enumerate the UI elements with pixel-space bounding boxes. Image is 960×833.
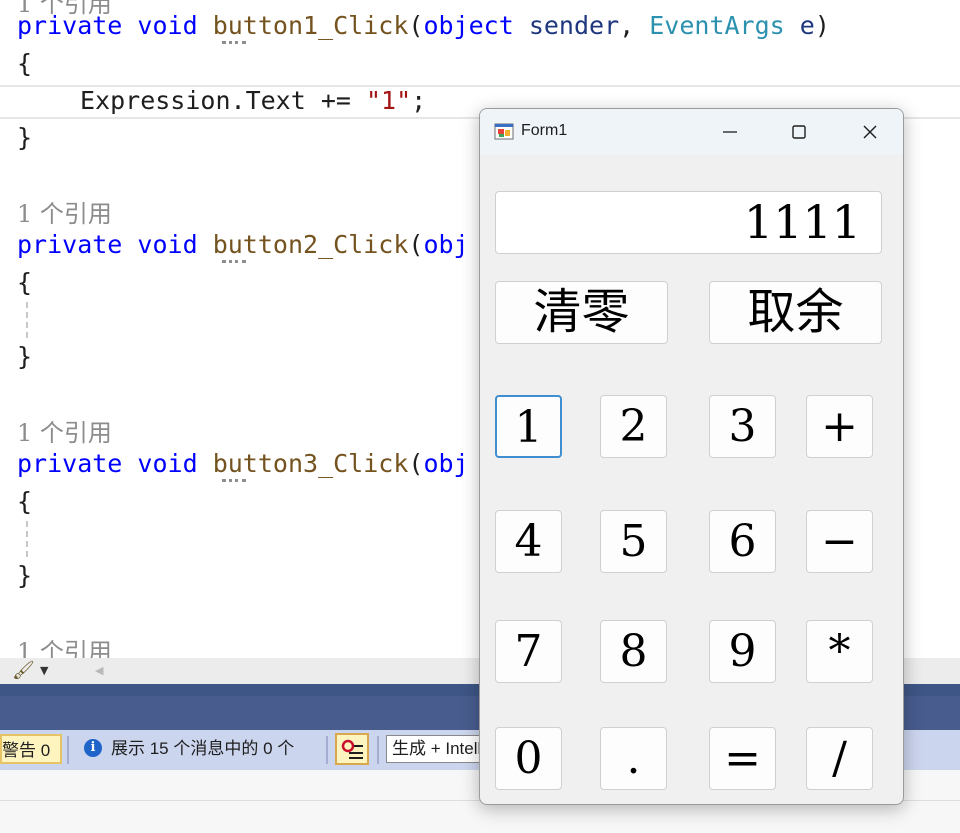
minimize-button[interactable] bbox=[702, 109, 758, 155]
method-name: button1_Click bbox=[212, 11, 409, 40]
subtract-button[interactable]: − bbox=[806, 510, 873, 573]
code-line-brace-open[interactable]: { bbox=[17, 266, 32, 300]
equals-button[interactable]: = bbox=[709, 727, 776, 790]
keyword: void bbox=[137, 449, 198, 478]
key-0-button[interactable]: 0 bbox=[495, 727, 562, 790]
keyword: private bbox=[17, 11, 123, 40]
type-name: EventArgs bbox=[649, 11, 785, 40]
close-button[interactable] bbox=[842, 109, 898, 155]
code-line-brace-close[interactable]: } bbox=[17, 121, 32, 155]
keyword: obj bbox=[423, 449, 469, 478]
parameter-name: sender bbox=[528, 11, 620, 40]
punctuation: ( bbox=[408, 230, 424, 259]
key-4-button[interactable]: 4 bbox=[495, 510, 562, 573]
messages-filter-button[interactable]: 展示 15 个消息中的 0 个 bbox=[111, 734, 294, 764]
maximize-button[interactable] bbox=[771, 109, 827, 155]
toolbar-separator bbox=[377, 736, 379, 764]
keyword: void bbox=[137, 230, 198, 259]
code-line-body[interactable]: Expression.Text += "1"; bbox=[80, 84, 426, 118]
key-1-button[interactable]: 1 bbox=[495, 395, 562, 458]
parameter-name: e bbox=[799, 11, 815, 40]
quick-action-dots[interactable] bbox=[222, 479, 246, 485]
punctuation: ; bbox=[411, 86, 427, 115]
key-2-button[interactable]: 2 bbox=[600, 395, 667, 458]
close-icon bbox=[863, 125, 877, 139]
warnings-filter-button[interactable]: 警告 0 bbox=[0, 734, 62, 764]
key-8-button[interactable]: 8 bbox=[600, 620, 667, 683]
keyword: private bbox=[17, 230, 123, 259]
code-line-button3-signature[interactable]: private void button3_Click(obj bbox=[17, 447, 469, 481]
indent-guide bbox=[26, 521, 28, 557]
string-literal: "1" bbox=[365, 86, 412, 115]
clear-button[interactable]: 清零 bbox=[495, 281, 668, 344]
key-6-button[interactable]: 6 bbox=[709, 510, 776, 573]
punctuation: ( bbox=[408, 11, 424, 40]
multiply-button[interactable]: * bbox=[806, 620, 873, 683]
form-app-icon bbox=[494, 123, 514, 140]
quick-action-dots[interactable] bbox=[222, 41, 246, 47]
keyword: private bbox=[17, 449, 123, 478]
reference-count[interactable]: 1 个引用 bbox=[17, 632, 112, 658]
divide-button[interactable]: / bbox=[806, 727, 873, 790]
chevron-down-icon[interactable]: ▼ bbox=[40, 660, 48, 682]
key-9-button[interactable]: 9 bbox=[709, 620, 776, 683]
code-cleanup-icon[interactable]: 🖌 bbox=[12, 660, 38, 682]
code-line-button1-signature[interactable]: private void button1_Click(object sender… bbox=[17, 9, 830, 43]
keyword: void bbox=[137, 11, 198, 40]
code-line-brace-close[interactable]: } bbox=[17, 340, 32, 374]
code-line-brace-close[interactable]: } bbox=[17, 559, 32, 593]
punctuation: , bbox=[619, 11, 635, 40]
key-3-button[interactable]: 3 bbox=[709, 395, 776, 458]
punctuation: ( bbox=[408, 449, 424, 478]
add-button[interactable]: + bbox=[806, 395, 873, 458]
window-titlebar[interactable]: Form1 bbox=[480, 109, 903, 155]
decimal-point-button[interactable]: . bbox=[600, 727, 667, 790]
filter-list-icon bbox=[341, 739, 363, 759]
quick-action-dots[interactable] bbox=[222, 260, 246, 266]
indent-guide bbox=[26, 302, 28, 338]
keyword: obj bbox=[423, 230, 469, 259]
code-line-brace-open[interactable]: { bbox=[17, 47, 32, 81]
method-name: button3_Click bbox=[212, 449, 409, 478]
key-7-button[interactable]: 7 bbox=[495, 620, 562, 683]
code-line-button2-signature[interactable]: private void button2_Click(obj bbox=[17, 228, 469, 262]
method-name: button2_Click bbox=[212, 230, 409, 259]
filter-toggle-button[interactable] bbox=[335, 733, 369, 765]
toolbar-separator bbox=[326, 736, 328, 764]
expression-textbox[interactable]: 1111 bbox=[495, 191, 882, 254]
minimize-icon bbox=[723, 131, 737, 133]
maximize-icon bbox=[792, 125, 806, 139]
code-line-brace-open[interactable]: { bbox=[17, 485, 32, 519]
keyword: object bbox=[423, 11, 514, 40]
scroll-left-arrow-icon[interactable]: ◀ bbox=[95, 660, 103, 682]
toolbar-separator bbox=[67, 736, 69, 764]
reference-count[interactable]: 1 个引用 bbox=[17, 413, 112, 448]
reference-count[interactable]: 1 个引用 bbox=[17, 194, 112, 229]
window-title: Form1 bbox=[521, 122, 568, 139]
form1-window: Form1 1111 清零 取余 1 2 3 + 4 5 6 − 7 8 9 *… bbox=[479, 108, 904, 805]
key-5-button[interactable]: 5 bbox=[600, 510, 667, 573]
code-text: Expression.Text += bbox=[80, 86, 366, 115]
punctuation: ) bbox=[814, 11, 830, 40]
info-icon: i bbox=[84, 739, 102, 757]
modulo-button[interactable]: 取余 bbox=[709, 281, 882, 344]
